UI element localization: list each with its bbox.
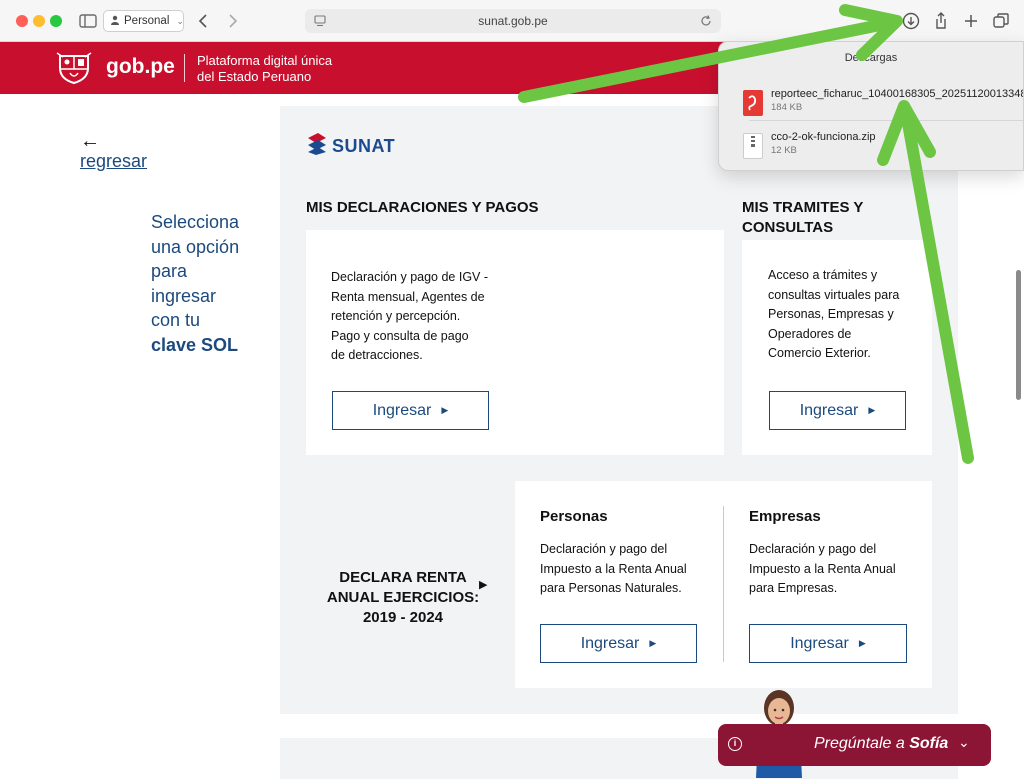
sidebar-toggle-icon[interactable]: [77, 10, 99, 32]
close-window-button[interactable]: [16, 15, 28, 27]
personas-ingresar-button[interactable]: Ingresar ▶: [540, 624, 697, 663]
sofia-chat-button[interactable]: i Pregúntale a Sofía ⌄: [718, 724, 991, 766]
profile-selector[interactable]: Personal ⌄: [103, 10, 184, 32]
button-label: Ingresar: [580, 634, 640, 652]
header-divider: [184, 54, 185, 82]
description-line: Personas, Empresas y: [768, 307, 894, 322]
description-line: Impuesto a la Renta Anual: [749, 561, 896, 576]
renta-line: DECLARA RENTA: [339, 569, 467, 586]
description-line: consultas virtuales para: [768, 287, 900, 302]
gov-subtitle-line1: Plataforma digital única: [197, 53, 333, 68]
caret-right-icon: ▶: [868, 405, 876, 415]
downloads-popover: Descargas reporteec_ficharuc_10400168305…: [718, 41, 1024, 171]
back-link[interactable]: regresar: [80, 151, 147, 172]
download-size: 12 KB: [771, 145, 797, 156]
sofia-prefix: Pregúntale a: [814, 735, 910, 752]
sofia-label: Pregúntale a Sofía: [814, 735, 948, 753]
select-text-line: ingresar: [151, 285, 217, 306]
select-option-text: Selecciona una opción para ingresar con …: [151, 210, 271, 357]
declaraciones-ingresar-button[interactable]: Ingresar ▶: [332, 391, 489, 430]
zip-file-icon: [743, 133, 763, 159]
url-text: sunat.gob.pe: [478, 14, 548, 28]
triangle-right-icon: ▶: [479, 579, 488, 591]
caret-right-icon: ▶: [858, 638, 866, 648]
profile-label: Personal: [124, 15, 170, 27]
gob-pe-logo[interactable]: gob.pe: [106, 55, 175, 79]
downloads-icon[interactable]: [900, 10, 922, 32]
info-icon[interactable]: i: [728, 737, 742, 751]
description-line: retención y percepción.: [331, 309, 461, 324]
renta-line: ANUAL EJERCICIOS:: [326, 589, 480, 606]
declaraciones-heading: MIS DECLARACIONES Y PAGOS: [306, 199, 539, 216]
select-text-line: Selecciona: [151, 212, 240, 232]
tramites-ingresar-button[interactable]: Ingresar ▶: [769, 391, 906, 430]
personas-title: Personas: [540, 508, 608, 525]
tramites-heading: MIS TRAMITES Y CONSULTAS: [742, 198, 863, 238]
renta-anual-heading: DECLARA RENTA ANUAL EJERCICIOS: 2019 - 2…: [318, 568, 488, 628]
select-text-line: para: [151, 261, 188, 281]
chevron-down-icon[interactable]: ⌄: [958, 734, 970, 751]
description-line: Declaración y pago de IGV -: [331, 270, 489, 284]
renta-line: 2019 - 2024: [362, 609, 444, 626]
description-line: Declaración y pago del: [540, 542, 668, 556]
empresas-ingresar-button[interactable]: Ingresar ▶: [749, 624, 907, 663]
heading-line: MIS TRAMITES Y: [742, 199, 864, 216]
page-settings-icon[interactable]: [313, 14, 327, 31]
download-item[interactable]: reporteec_ficharuc_10400168305_202511200…: [719, 85, 1024, 125]
caret-right-icon: ▶: [649, 638, 657, 648]
sunat-logo[interactable]: SUNAT: [306, 132, 395, 161]
reload-icon[interactable]: [699, 14, 713, 31]
download-size: 184 KB: [771, 102, 803, 113]
vertical-divider: [723, 506, 724, 662]
browser-toolbar: Personal ⌄ sunat.gob.pe: [0, 0, 1024, 42]
downloads-divider: [749, 120, 1023, 121]
description-line: para Empresas.: [749, 581, 838, 596]
description-line: Impuesto a la Renta Anual: [540, 561, 687, 576]
description-line: Pago y consulta de pago: [331, 328, 469, 343]
peru-coat-of-arms-icon[interactable]: [55, 51, 93, 90]
description-line: Declaración y pago del: [749, 542, 877, 556]
select-text-line: con tu: [151, 310, 201, 330]
empresas-description: Declaración y pago del Impuesto a la Ren…: [749, 540, 896, 599]
sofia-name: Sofía: [909, 735, 949, 752]
share-icon[interactable]: [930, 10, 952, 32]
pdf-file-icon: [743, 90, 763, 116]
download-item[interactable]: cco-2-ok-funciona.zip 12 KB: [719, 128, 1023, 168]
downloads-title: Descargas: [844, 52, 898, 64]
button-label: Ingresar: [372, 401, 432, 419]
select-text-line: una opción: [151, 236, 240, 257]
sunat-emblem-icon: [306, 132, 328, 161]
button-label: Ingresar: [799, 401, 859, 419]
address-bar[interactable]: sunat.gob.pe: [305, 9, 721, 33]
empresas-title: Empresas: [749, 508, 821, 525]
person-icon: [110, 15, 120, 28]
gov-subtitle-line2: del Estado Peruano: [197, 69, 312, 84]
download-filename: reporteec_ficharuc_10400168305_202511200…: [771, 88, 1024, 100]
declaraciones-description: Declaración y pago de IGV - Renta mensua…: [331, 268, 488, 366]
minimize-window-button[interactable]: [33, 15, 45, 27]
description-line: Comercio Exterior.: [768, 346, 871, 361]
description-line: Operadores de: [768, 326, 852, 341]
tab-overview-icon[interactable]: [990, 10, 1012, 32]
back-arrow-icon[interactable]: ←: [80, 130, 100, 153]
clave-sol-text: clave SOL: [151, 334, 239, 355]
zoom-window-button[interactable]: [50, 15, 62, 27]
sunat-wordmark: SUNAT: [332, 136, 396, 156]
forward-icon[interactable]: [221, 10, 243, 32]
gov-subtitle: Plataforma digital única del Estado Peru…: [197, 53, 332, 85]
page-scrollbar[interactable]: [1016, 270, 1021, 400]
download-filename: cco-2-ok-funciona.zip: [771, 131, 876, 143]
description-line: para Personas Naturales.: [540, 581, 682, 596]
tramites-description: Acceso a trámites y consultas virtuales …: [768, 266, 899, 364]
chevron-down-icon: ⌄: [176, 15, 184, 26]
description-line: Acceso a trámites y: [768, 268, 878, 282]
description-line: de detracciones.: [331, 348, 423, 363]
back-icon[interactable]: [193, 10, 215, 32]
caret-right-icon: ▶: [441, 405, 449, 415]
new-tab-icon[interactable]: [960, 10, 982, 32]
button-label: Ingresar: [790, 634, 849, 652]
description-line: Renta mensual, Agentes de: [331, 289, 485, 304]
personas-description: Declaración y pago del Impuesto a la Ren…: [540, 540, 687, 599]
heading-line: CONSULTAS: [742, 219, 834, 236]
